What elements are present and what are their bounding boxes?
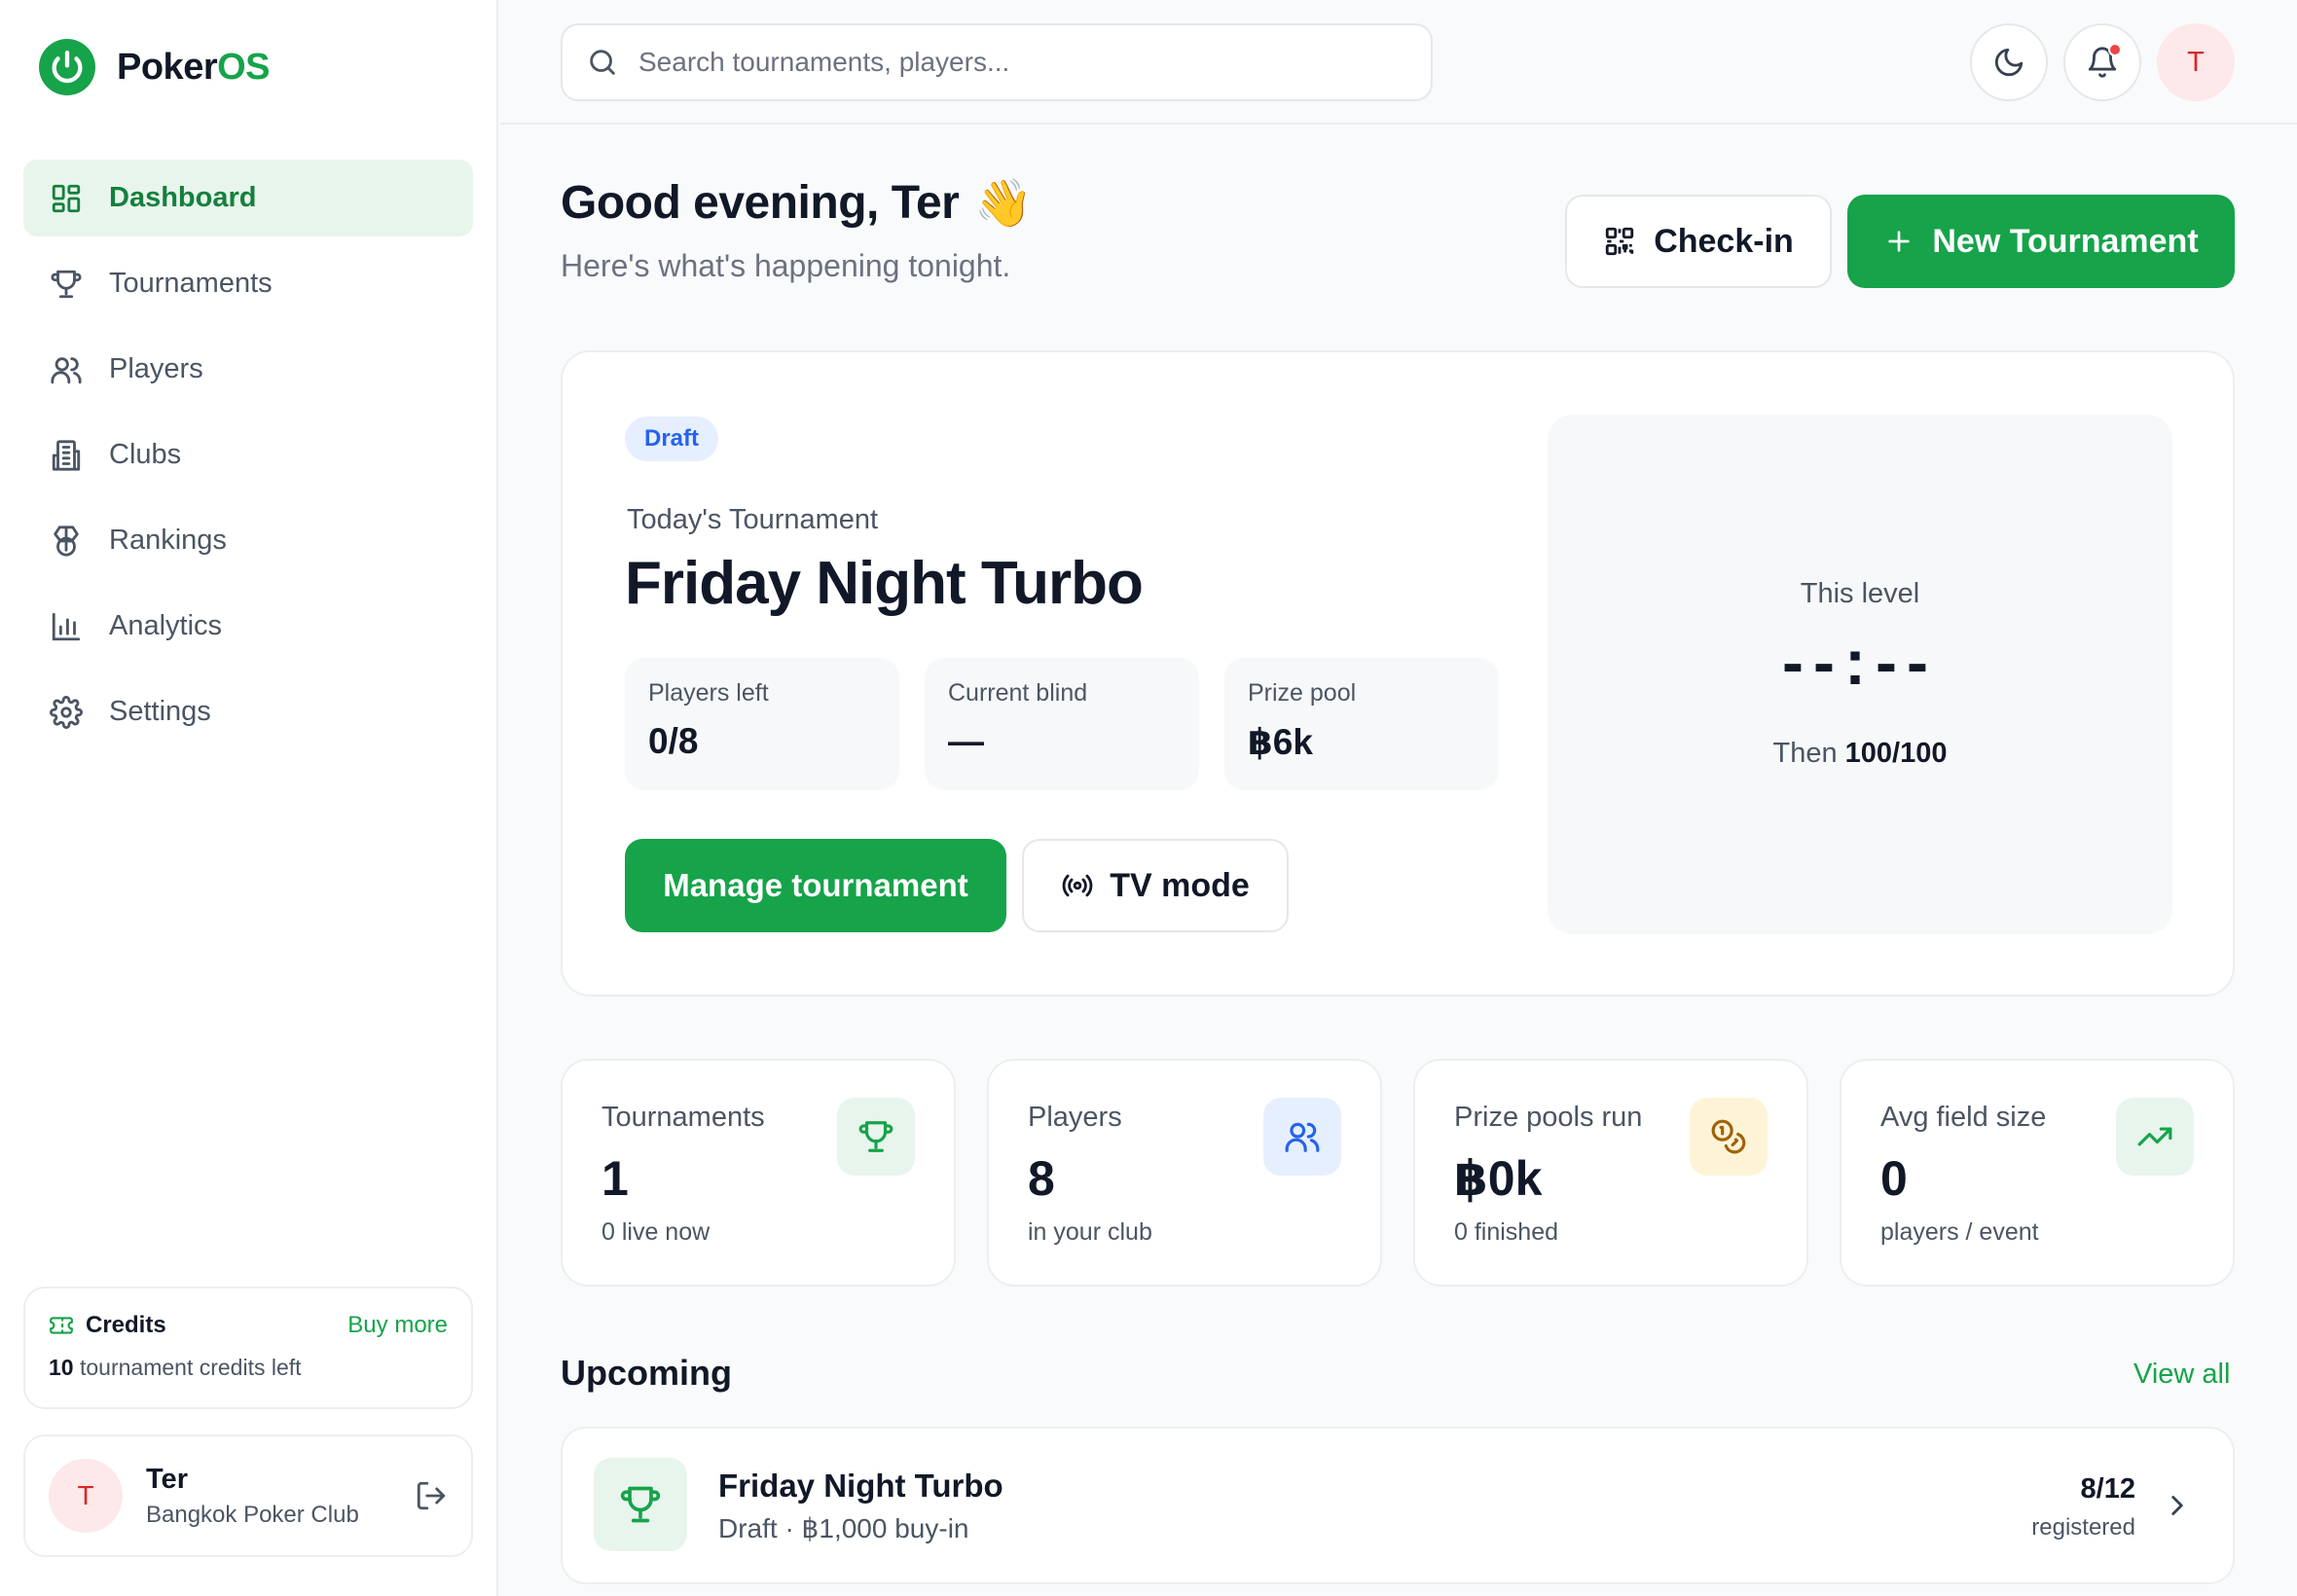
trophy-icon (594, 1458, 687, 1551)
status-badge: Draft (625, 417, 719, 461)
credits-card: Credits Buy more 10 tournament credits l… (23, 1287, 473, 1409)
upcoming-title: Friday Night Turbo (718, 1468, 1003, 1504)
tv-mode-button[interactable]: TV mode (1022, 839, 1289, 932)
todays-tournament-card: Draft Today's Tournament Friday Night Tu… (561, 350, 2235, 997)
stat-players-left: Players left 0/8 (625, 658, 899, 790)
logout-icon[interactable] (415, 1479, 448, 1512)
level-label: This level (1800, 578, 1920, 609)
qr-code-icon (1603, 225, 1636, 258)
sidebar-item-clubs[interactable]: Clubs (23, 417, 473, 493)
broadcast-icon (1061, 869, 1094, 902)
trophy-icon (837, 1098, 915, 1176)
sidebar-item-label: Settings (109, 696, 211, 727)
trending-up-icon (2116, 1098, 2194, 1176)
kpi-prize-pools: Prize pools run ฿0k 0 finished (1413, 1059, 1808, 1287)
registered-count: 8/12 (2080, 1473, 2135, 1505)
plus-icon (1883, 226, 1914, 257)
notifications-button[interactable] (2063, 23, 2141, 101)
gear-icon (47, 693, 86, 732)
page-title: Good evening, Ter 👋 (561, 177, 1033, 230)
search-input[interactable] (638, 47, 1398, 78)
notification-dot (2108, 43, 2122, 56)
ticket-icon (49, 1313, 74, 1338)
new-tournament-button[interactable]: New Tournament (1847, 195, 2235, 288)
brand-name: PokerOS (117, 46, 271, 88)
sidebar-item-analytics[interactable]: Analytics (23, 588, 473, 665)
users-icon (47, 350, 86, 389)
upcoming-subtitle: Draft · ฿1,000 buy-in (718, 1513, 969, 1543)
sidebar-item-players[interactable]: Players (23, 331, 473, 408)
user-club: Bangkok Poker Club (146, 1501, 359, 1528)
sidebar-item-label: Tournaments (109, 268, 273, 299)
top-bar: T (500, 0, 2297, 125)
moon-icon (1992, 46, 2025, 79)
theme-toggle-button[interactable] (1970, 23, 2048, 101)
user-card: T Ter Bangkok Poker Club (23, 1434, 473, 1557)
check-in-button[interactable]: Check-in (1565, 195, 1832, 288)
list-item[interactable]: Friday Night Turbo Draft · ฿1,000 buy-in… (561, 1427, 2235, 1584)
sidebar-item-label: Rankings (109, 525, 227, 556)
kpi-players: Players 8 in your club (987, 1059, 1382, 1287)
sidebar-item-tournaments[interactable]: Tournaments (23, 245, 473, 322)
avatar[interactable]: T (49, 1459, 123, 1533)
tournament-title: Friday Night Turbo (625, 550, 1144, 617)
bar-chart-icon (47, 607, 86, 646)
stat-current-blind: Current blind — (925, 658, 1199, 790)
sidebar-item-label: Players (109, 353, 203, 384)
user-name: Ter (146, 1463, 188, 1495)
users-icon (1263, 1098, 1341, 1176)
next-level: Then 100/100 (1772, 738, 1948, 769)
sidebar: PokerOS Dashboard Tournaments Players Cl… (0, 0, 498, 1596)
sidebar-item-rankings[interactable]: Rankings (23, 502, 473, 579)
sidebar-item-settings[interactable]: Settings (23, 673, 473, 750)
chevron-right-icon (2161, 1489, 2194, 1522)
kpi-tournaments: Tournaments 1 0 live now (561, 1059, 956, 1287)
sidebar-item-label: Analytics (109, 610, 223, 641)
sidebar-item-label: Clubs (109, 439, 182, 470)
coins-icon (1690, 1098, 1768, 1176)
waving-hand-icon: 👋 (974, 178, 1033, 230)
credits-remaining: 10 tournament credits left (49, 1355, 302, 1380)
sidebar-nav: Dashboard Tournaments Players Clubs Rank… (23, 160, 473, 759)
registered-label: registered (2031, 1514, 2135, 1541)
page-subtitle: Here's what's happening tonight. (561, 248, 1011, 283)
logo[interactable]: PokerOS (39, 39, 271, 95)
sidebar-item-dashboard[interactable]: Dashboard (23, 160, 473, 236)
view-all-link[interactable]: View all (2133, 1359, 2230, 1391)
medal-icon (47, 522, 86, 561)
credits-title: Credits (49, 1312, 166, 1339)
manage-tournament-button[interactable]: Manage tournament (625, 839, 1006, 932)
buy-more-link[interactable]: Buy more (347, 1312, 448, 1339)
power-icon (39, 39, 95, 95)
search-bar[interactable] (561, 23, 1433, 101)
search-icon (586, 46, 619, 79)
level-countdown: --:-- (1782, 626, 1938, 698)
stat-prize-pool: Prize pool ฿6k (1224, 658, 1499, 790)
greeting: Good evening, Ter 👋 Here's what's happeni… (561, 175, 1033, 284)
upcoming-heading: Upcoming (561, 1353, 732, 1393)
kpi-avg-field-size: Avg field size 0 players / event (1840, 1059, 2235, 1287)
sidebar-item-label: Dashboard (109, 182, 257, 213)
trophy-icon (47, 265, 86, 304)
level-timer-panel: This level --:-- Then 100/100 (1548, 415, 2172, 934)
building-icon (47, 436, 86, 475)
layout-dashboard-icon (47, 179, 86, 218)
hero-label: Today's Tournament (627, 504, 879, 535)
user-avatar-button[interactable]: T (2157, 23, 2235, 101)
